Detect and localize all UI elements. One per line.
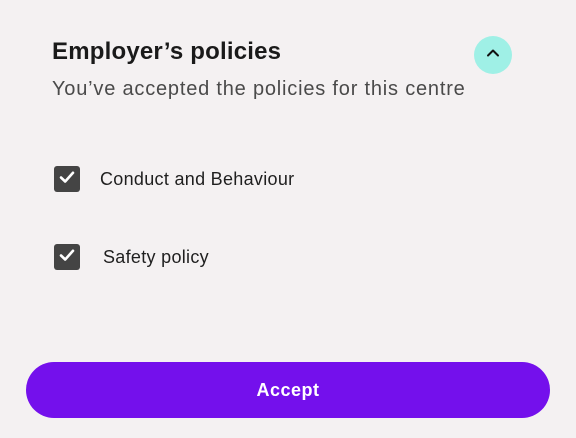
policy-checkbox[interactable]	[54, 166, 80, 192]
checkmark-icon	[57, 167, 77, 192]
policy-item-safety: Safety policy	[54, 244, 209, 270]
collapse-button[interactable]	[474, 36, 512, 74]
chevron-up-icon	[485, 45, 501, 66]
policies-sheet: Employer’s policies You’ve accepted the …	[0, 0, 576, 438]
policy-item-conduct: Conduct and Behaviour	[54, 166, 294, 192]
policy-checkbox[interactable]	[54, 244, 80, 270]
accept-button[interactable]: Accept	[26, 362, 550, 418]
policy-label: Safety policy	[103, 246, 209, 267]
checkmark-icon	[57, 245, 77, 270]
page-subtitle: You’ve accepted the policies for this ce…	[52, 78, 466, 100]
policy-label: Conduct and Behaviour	[100, 168, 295, 189]
page-title: Employer’s policies	[52, 38, 282, 65]
